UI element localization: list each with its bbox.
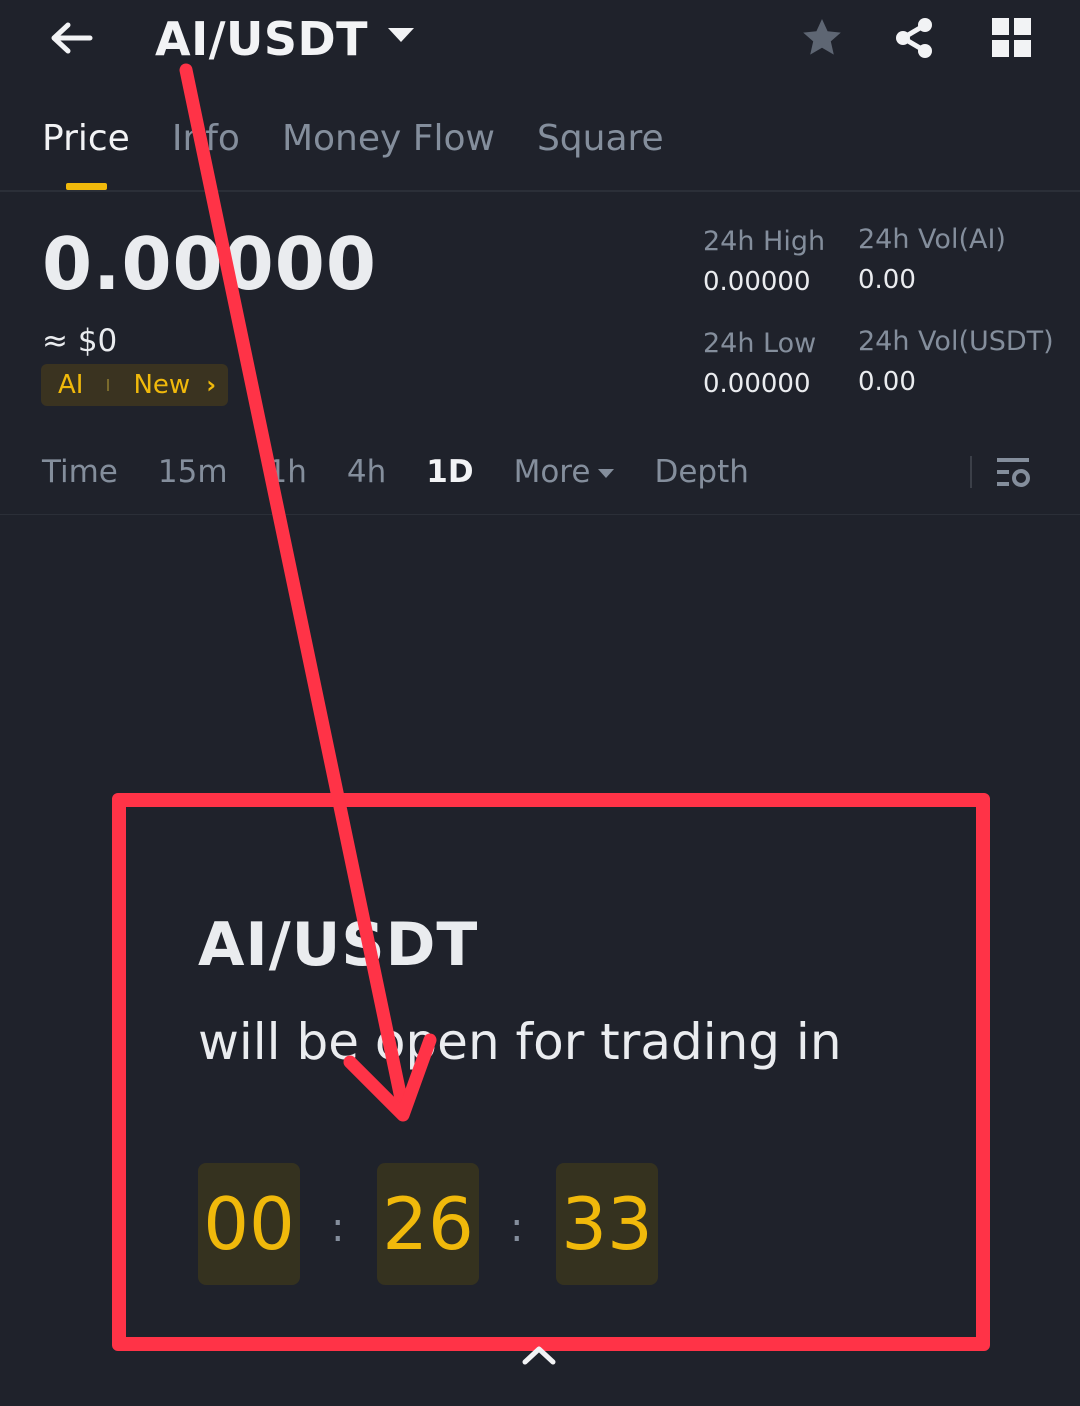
grid-icon[interactable] bbox=[990, 16, 1034, 60]
caret-down-icon bbox=[388, 28, 415, 42]
share-icon[interactable] bbox=[890, 14, 938, 62]
star-icon[interactable] bbox=[798, 14, 846, 62]
trading-pair-screen: AI/USDT Price Info Money Flow Square 0.0… bbox=[0, 0, 1080, 1406]
pair-selector[interactable]: AI/USDT bbox=[155, 12, 415, 66]
stat-label: 24h Vol(AI) bbox=[858, 224, 1006, 255]
caret-down-icon bbox=[598, 469, 615, 478]
interval-1h[interactable]: 1h bbox=[268, 454, 307, 490]
countdown-seconds: 33 bbox=[556, 1163, 658, 1285]
stat-label: 24h High bbox=[703, 226, 826, 257]
chart-settings-icon[interactable] bbox=[994, 452, 1034, 492]
tab-money-flow[interactable]: Money Flow bbox=[282, 118, 495, 159]
countdown-minutes: 26 bbox=[377, 1163, 479, 1285]
back-arrow-icon[interactable] bbox=[44, 14, 100, 64]
vertical-divider bbox=[970, 456, 972, 488]
stat-24h-vol-quote: 24h Vol(USDT) 0.00 bbox=[858, 326, 1054, 397]
countdown-separator: : bbox=[510, 1205, 524, 1251]
tab-price[interactable]: Price bbox=[42, 118, 130, 159]
stat-value: 0.00 bbox=[858, 265, 916, 295]
tab-square[interactable]: Square bbox=[537, 118, 664, 159]
interval-15m[interactable]: 15m bbox=[158, 454, 228, 490]
tab-info[interactable]: Info bbox=[172, 118, 240, 159]
coin-tag-label: AI bbox=[58, 370, 84, 400]
interval-depth[interactable]: Depth bbox=[654, 454, 748, 490]
interval-4h[interactable]: 4h bbox=[347, 454, 386, 490]
active-tab-indicator bbox=[66, 183, 107, 190]
interval-more[interactable]: More bbox=[514, 454, 615, 490]
fiat-price: ≈ $0 bbox=[42, 323, 118, 359]
new-tag-label: New bbox=[133, 370, 191, 400]
notice-pair-title: AI/USDT bbox=[198, 910, 479, 980]
stat-value: 0.00000 bbox=[703, 267, 811, 297]
stat-24h-vol-base: 24h Vol(AI) 0.00 bbox=[858, 224, 1006, 295]
countdown-separator: : bbox=[331, 1205, 345, 1251]
divider bbox=[0, 190, 1080, 192]
stat-24h-low: 24h Low 0.00000 bbox=[703, 328, 816, 399]
pair-title: AI/USDT bbox=[155, 12, 369, 66]
coin-tag-chip[interactable]: AI New › bbox=[41, 364, 229, 406]
stat-value: 0.00 bbox=[858, 367, 916, 397]
interval-bar: Time 15m 1h 4h 1D More Depth bbox=[42, 454, 789, 490]
notice-message: will be open for trading in bbox=[198, 1013, 842, 1071]
interval-more-label: More bbox=[513, 454, 591, 490]
stat-value: 0.00000 bbox=[703, 369, 811, 399]
stat-24h-high: 24h High 0.00000 bbox=[703, 226, 825, 297]
countdown-hours: 00 bbox=[198, 1163, 300, 1285]
stat-label: 24h Vol(USDT) bbox=[858, 326, 1054, 357]
last-price: 0.00000 bbox=[42, 222, 377, 306]
tag-separator bbox=[107, 379, 110, 391]
chevron-up-icon[interactable] bbox=[519, 1340, 559, 1370]
stat-label: 24h Low bbox=[703, 328, 817, 359]
chevron-right-icon: › bbox=[206, 371, 217, 399]
tab-bar: Price Info Money Flow Square bbox=[42, 118, 706, 159]
divider bbox=[0, 514, 1080, 515]
interval-1d[interactable]: 1D bbox=[426, 454, 473, 490]
interval-time[interactable]: Time bbox=[42, 454, 118, 490]
